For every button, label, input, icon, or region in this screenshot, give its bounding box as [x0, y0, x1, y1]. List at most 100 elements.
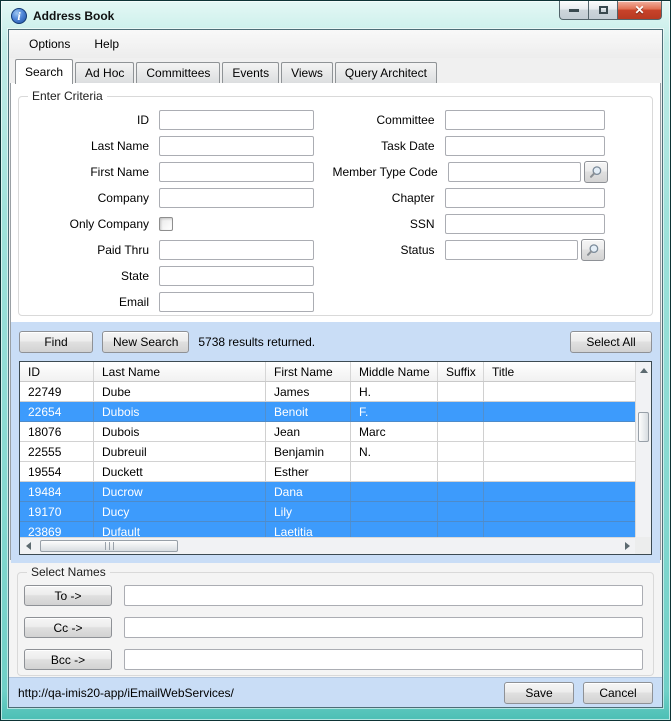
table-cell: Lily — [266, 502, 351, 521]
column-header-last-name[interactable]: Last Name — [94, 362, 266, 381]
chapter-field[interactable] — [445, 188, 605, 208]
table-cell: Benjamin — [266, 442, 351, 461]
grid-header: IDLast NameFirst NameMiddle NameSuffixTi… — [20, 362, 651, 382]
table-row[interactable]: 22555DubreuilBenjaminN. — [20, 442, 651, 462]
find-button[interactable]: Find — [19, 331, 93, 353]
bcc-field[interactable] — [124, 649, 643, 670]
to-field[interactable] — [124, 585, 643, 606]
field-row-first-name: First Name — [19, 159, 333, 185]
column-header-id[interactable]: ID — [20, 362, 94, 381]
to-button[interactable]: To -> — [24, 585, 112, 606]
horizontal-scroll-thumb[interactable] — [40, 540, 178, 552]
table-cell — [438, 422, 484, 441]
tab-strip: SearchAd HocCommitteesEventsViewsQuery A… — [9, 58, 662, 84]
table-cell: Marc — [351, 422, 438, 441]
horizontal-scrollbar[interactable] — [20, 537, 635, 554]
vertical-scrollbar[interactable] — [635, 362, 651, 554]
state-label: State — [19, 269, 159, 283]
status-lookup-button[interactable] — [581, 239, 605, 261]
enter-criteria-group: Enter Criteria IDLast NameFirst NameComp… — [18, 96, 653, 316]
window-controls: ✕ — [559, 1, 662, 20]
results-grid: IDLast NameFirst NameMiddle NameSuffixTi… — [19, 361, 652, 555]
table-cell — [484, 442, 651, 461]
column-header-middle-name[interactable]: Middle Name — [351, 362, 438, 381]
cc-button[interactable]: Cc -> — [24, 617, 112, 638]
column-header-first-name[interactable]: First Name — [266, 362, 351, 381]
scroll-up-button[interactable] — [636, 362, 651, 378]
scroll-grip-icon — [105, 542, 114, 550]
name-row-bcc: Bcc -> — [24, 649, 643, 670]
table-cell: Esther — [266, 462, 351, 481]
cc-field[interactable] — [124, 617, 643, 638]
last-name-field[interactable] — [159, 136, 314, 156]
cancel-button[interactable]: Cancel — [583, 682, 653, 704]
first-name-field[interactable] — [159, 162, 314, 182]
field-row-paid-thru: Paid Thru — [19, 237, 333, 263]
task-date-field[interactable] — [445, 136, 605, 156]
table-cell — [438, 502, 484, 521]
menu-item-help[interactable]: Help — [82, 32, 131, 56]
table-row[interactable]: 19554DuckettEsther — [20, 462, 651, 482]
status-label: Status — [333, 243, 445, 257]
id-field[interactable] — [159, 110, 314, 130]
maximize-button[interactable] — [589, 1, 618, 20]
minimize-button[interactable] — [559, 1, 589, 20]
member-type-code-field[interactable] — [448, 162, 581, 182]
paid-thru-field[interactable] — [159, 240, 314, 260]
email-field[interactable] — [159, 292, 314, 312]
table-row[interactable]: 19484DucrowDana — [20, 482, 651, 502]
table-cell: Dana — [266, 482, 351, 501]
select-names-area: Select Names To ->Cc ->Bcc -> — [9, 560, 662, 677]
column-header-title[interactable]: Title — [484, 362, 651, 381]
chapter-label: Chapter — [333, 191, 445, 205]
window-title: Address Book — [33, 9, 114, 23]
column-header-suffix[interactable]: Suffix — [438, 362, 484, 381]
field-row-status: Status — [333, 237, 647, 263]
table-cell — [438, 402, 484, 421]
client-area: OptionsHelp SearchAd HocCommitteesEvents… — [8, 29, 663, 708]
close-button[interactable]: ✕ — [618, 1, 662, 20]
search-tab-page: Enter Criteria IDLast NameFirst NameComp… — [10, 83, 661, 560]
tab-committees[interactable]: Committees — [136, 62, 220, 83]
results-panel: Find New Search 5738 results returned. S… — [11, 322, 660, 563]
scroll-left-button[interactable] — [20, 538, 36, 554]
table-row[interactable]: 22654DuboisBenoitF. — [20, 402, 651, 422]
member-type-code-lookup-button[interactable] — [584, 161, 608, 183]
paid-thru-label: Paid Thru — [19, 243, 159, 257]
table-cell: Benoit — [266, 402, 351, 421]
table-row[interactable]: 18076DuboisJeanMarc — [20, 422, 651, 442]
tab-views[interactable]: Views — [281, 62, 333, 83]
company-field[interactable] — [159, 188, 314, 208]
table-cell: Duckett — [94, 462, 266, 481]
table-row[interactable]: 19170DucyLily — [20, 502, 651, 522]
vertical-scroll-thumb[interactable] — [638, 412, 649, 442]
tab-events[interactable]: Events — [222, 62, 279, 83]
new-search-button[interactable]: New Search — [102, 331, 189, 353]
scroll-right-button[interactable] — [619, 538, 635, 554]
state-field[interactable] — [159, 266, 314, 286]
table-cell: F. — [351, 402, 438, 421]
only-company-checkbox[interactable] — [159, 217, 173, 231]
table-cell: James — [266, 382, 351, 401]
tab-query-architect[interactable]: Query Architect — [335, 62, 437, 83]
save-button[interactable]: Save — [504, 682, 574, 704]
committee-field[interactable] — [445, 110, 605, 130]
table-cell: Ducy — [94, 502, 266, 521]
menu-item-options[interactable]: Options — [17, 32, 82, 56]
table-cell: H. — [351, 382, 438, 401]
status-field[interactable] — [445, 240, 578, 260]
results-count-text: 5738 results returned. — [198, 335, 315, 349]
results-actions-row: Find New Search 5738 results returned. S… — [19, 331, 652, 353]
criteria-left-column: IDLast NameFirst NameCompanyOnly Company… — [19, 107, 333, 315]
tab-ad-hoc[interactable]: Ad Hoc — [75, 62, 134, 83]
tab-search[interactable]: Search — [15, 59, 73, 84]
select-all-button[interactable]: Select All — [570, 331, 652, 353]
app-info-icon: i — [11, 8, 27, 24]
table-row[interactable]: 22749DubeJamesH. — [20, 382, 651, 402]
ssn-field[interactable] — [445, 214, 605, 234]
table-cell: 22555 — [20, 442, 94, 461]
select-names-rows: To -> Cc -> Bcc -> — [24, 585, 643, 670]
bcc-button[interactable]: Bcc -> — [24, 649, 112, 670]
last-name-label: Last Name — [19, 139, 159, 153]
email-label: Email — [19, 295, 159, 309]
